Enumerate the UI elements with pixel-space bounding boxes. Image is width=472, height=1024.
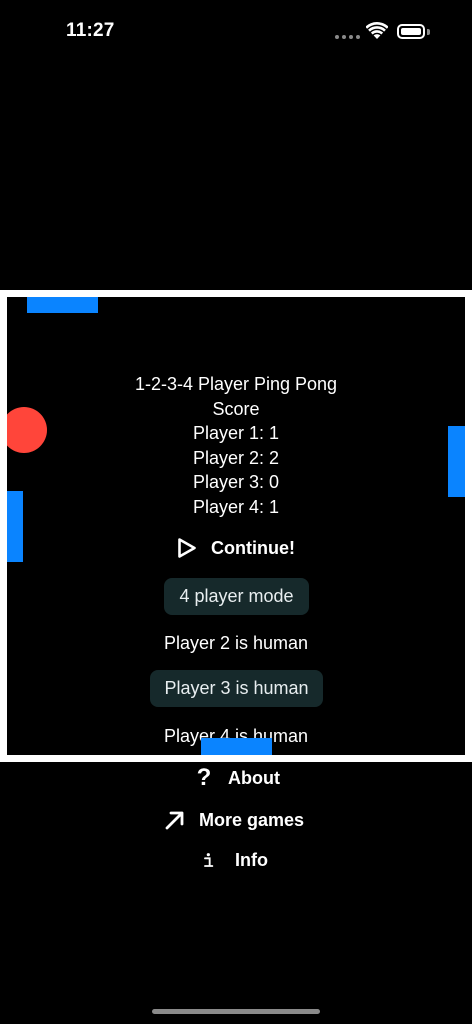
continue-label: Continue! bbox=[211, 537, 295, 558]
player-2-human-toggle[interactable]: Player 2 is human bbox=[7, 631, 465, 655]
status-time: 11:27 bbox=[66, 20, 115, 41]
info-icon bbox=[204, 853, 214, 867]
battery-icon bbox=[397, 24, 425, 39]
score-player-1: Player 1: 1 bbox=[192, 423, 280, 443]
signal-dots-icon bbox=[335, 35, 360, 39]
continue-button[interactable]: Continue! bbox=[7, 534, 465, 562]
screen: 11:27 1-2-3-4 Player Ping Pong Score Pla… bbox=[0, 0, 472, 1024]
home-indicator[interactable] bbox=[152, 1009, 320, 1014]
paddle-top bbox=[27, 297, 98, 313]
score-player-3: Player 3: 0 bbox=[192, 472, 280, 492]
battery-cap bbox=[427, 29, 430, 35]
about-label: About bbox=[228, 767, 280, 788]
score-player-4: Player 4: 1 bbox=[192, 497, 280, 517]
more-games-button[interactable]: More games bbox=[163, 808, 304, 832]
wifi-icon bbox=[366, 22, 388, 39]
more-games-label: More games bbox=[199, 809, 305, 830]
game-area[interactable]: 1-2-3-4 Player Ping Pong Score Player 1:… bbox=[7, 297, 465, 755]
info-label: Info bbox=[235, 849, 268, 870]
player-3-human-toggle[interactable]: Player 3 is human bbox=[150, 670, 323, 707]
paddle-bottom bbox=[201, 738, 272, 755]
game-title: 1-2-3-4 Player Ping Pong bbox=[134, 374, 338, 394]
game-frame: 1-2-3-4 Player Ping Pong Score Player 1:… bbox=[0, 290, 472, 762]
play-icon bbox=[178, 538, 196, 558]
player-mode-button[interactable]: 4 player mode bbox=[164, 578, 309, 615]
arrow-up-right-icon bbox=[165, 811, 184, 830]
score-player-2: Player 2: 2 bbox=[192, 448, 280, 468]
score-label: Score bbox=[212, 399, 260, 419]
question-icon: ? bbox=[196, 764, 212, 791]
info-button[interactable]: Info bbox=[203, 848, 268, 872]
about-button[interactable]: ? About bbox=[192, 764, 280, 791]
